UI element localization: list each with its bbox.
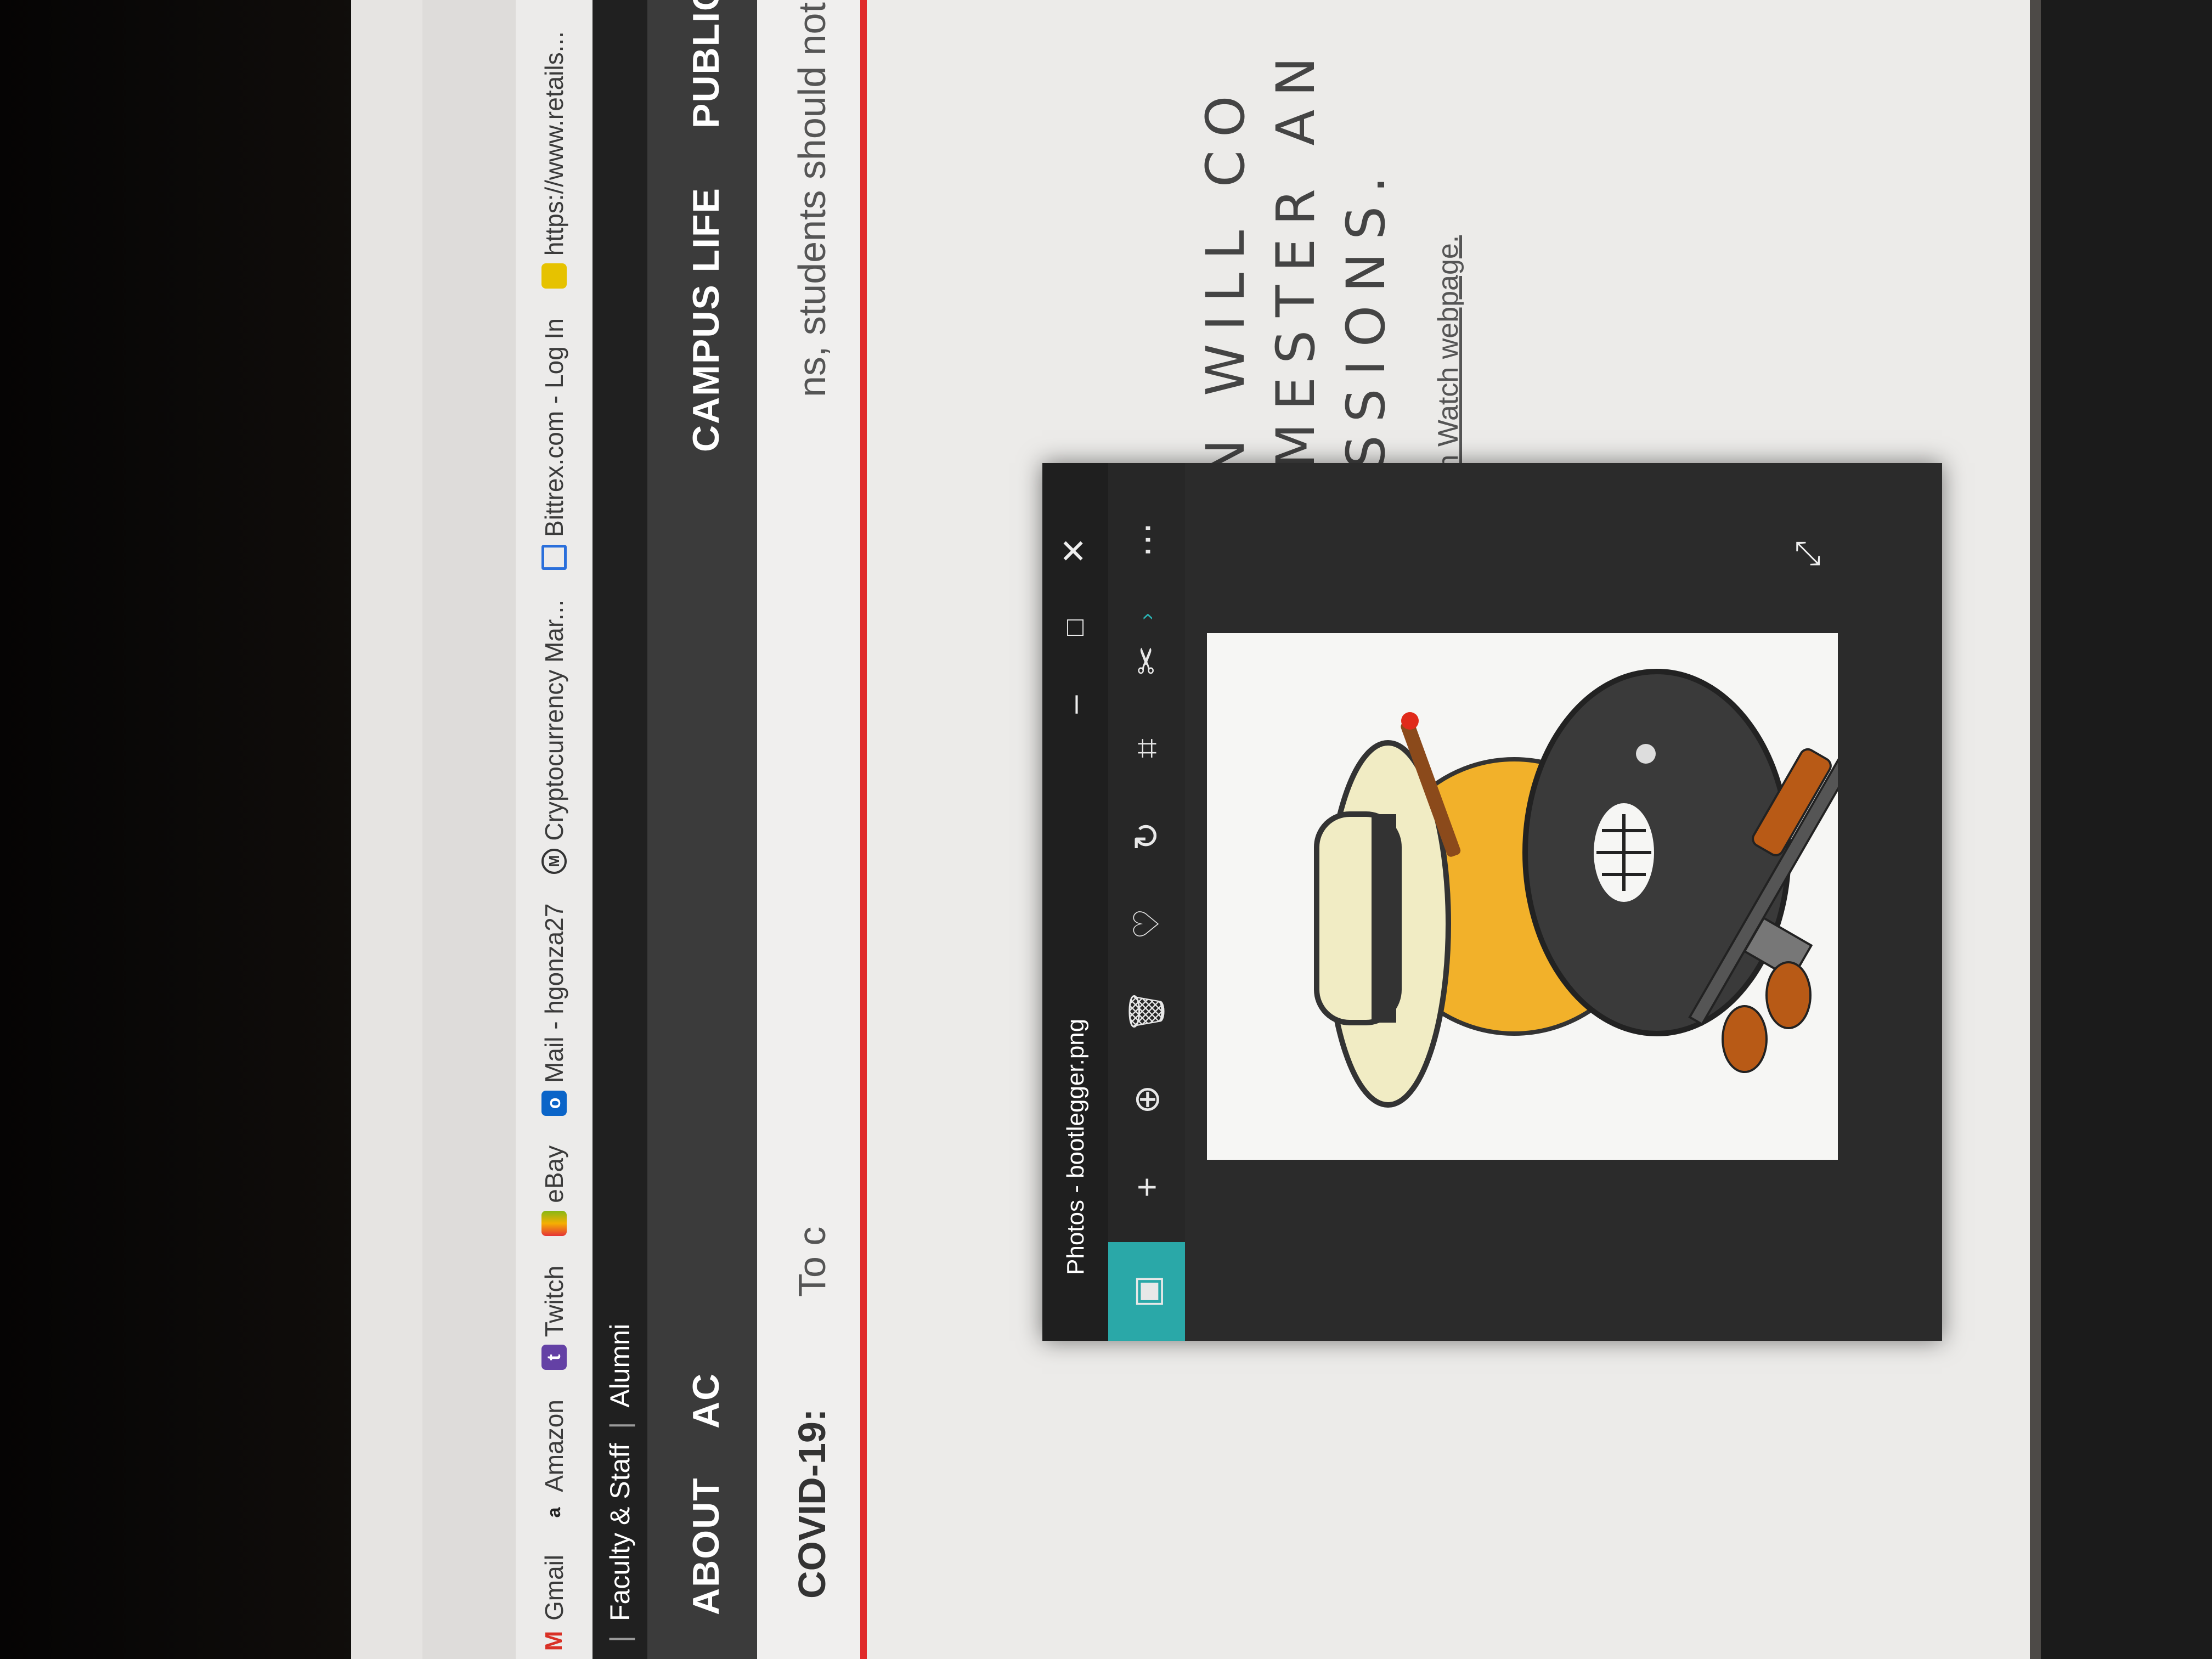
bookmark-label: Cryptocurrency Mar...: [540, 599, 568, 841]
maximize-icon[interactable]: □: [1052, 606, 1096, 650]
page-icon: [541, 263, 567, 289]
bookmark-twitch[interactable]: t Twitch: [539, 1266, 569, 1370]
ebay-icon: [541, 1210, 567, 1236]
covid-text-continued: ns, students should not c: [791, 0, 833, 397]
bookmark-label: Twitch: [540, 1265, 568, 1338]
faculty-staff-link[interactable]: Faculty & Staff: [604, 1443, 636, 1621]
monitor-bezel: [2041, 0, 2212, 1659]
alumni-link[interactable]: Alumni: [604, 1324, 636, 1408]
minimize-icon[interactable]: –: [1052, 682, 1096, 726]
coinmarketcap-icon: M: [541, 848, 567, 874]
twitch-icon: t: [541, 1345, 567, 1370]
bookmark-label: Gmail: [540, 1554, 568, 1621]
photos-titlebar: Photos - bootlegger.png – □ ✕: [1042, 463, 1108, 1341]
nav-about[interactable]: ABOUT: [685, 1477, 727, 1615]
edit-create-icon[interactable]: ✂: [1125, 639, 1169, 682]
add-icon[interactable]: +: [1125, 1165, 1169, 1209]
bittrex-icon: [541, 544, 567, 570]
bookmark-retail[interactable]: https://www.retails...: [539, 31, 569, 289]
delete-icon[interactable]: 🗑: [1125, 989, 1169, 1034]
monitor-screen: M Gmail a Amazon t Twitch eBay o Mail - …: [351, 0, 2030, 1659]
covid-text: To c: [791, 1226, 833, 1297]
photos-app-window[interactable]: Photos - bootlegger.png – □ ✕ ▣ + ⊕ 🗑 ♡ …: [1042, 463, 1942, 1341]
crop-icon[interactable]: ⌗: [1125, 726, 1169, 770]
photo-gallery-icon: ▣: [1127, 1274, 1166, 1308]
bookmark-ebay[interactable]: eBay: [539, 1146, 569, 1236]
bookmark-bittrex[interactable]: Bittrex.com - Log In: [539, 318, 569, 570]
bookmark-label: Bittrex.com - Log In: [540, 318, 568, 537]
more-options-icon[interactable]: ⋯: [1125, 518, 1169, 562]
full-screen-icon[interactable]: ⤢: [1788, 541, 1827, 567]
covid-label: COVID-19:: [791, 1408, 833, 1599]
chevron-down-icon[interactable]: ›: [1125, 595, 1169, 639]
bookmark-label: eBay: [540, 1145, 568, 1203]
favorite-icon[interactable]: ♡: [1125, 902, 1169, 946]
utility-bar: | Faculty & Staff | Alumni: [592, 0, 647, 1659]
zoom-in-icon[interactable]: ⊕: [1125, 1077, 1169, 1121]
bookmark-gmail[interactable]: M Gmail: [539, 1555, 569, 1654]
see-all-photos-button[interactable]: ▣: [1108, 1242, 1185, 1341]
divider: |: [605, 1421, 635, 1429]
browser-address-bar[interactable]: [422, 0, 516, 1659]
bookmark-label: Amazon: [540, 1400, 568, 1492]
photos-toolbar: ▣ + ⊕ 🗑 ♡ ↻ ⌗ ✂ › ⋯: [1108, 463, 1185, 1341]
window-title: Photos - bootlegger.png: [1062, 1018, 1089, 1275]
covid-banner: COVID-19: To c ns, students should not c: [757, 0, 867, 1659]
browser-window: M Gmail a Amazon t Twitch eBay o Mail - …: [351, 0, 2030, 1659]
photo-image: [1207, 633, 1858, 1160]
browser-titlebar: [351, 0, 422, 1659]
nav-academics[interactable]: AC: [685, 1373, 727, 1429]
nav-public[interactable]: PUBLIC: [685, 0, 727, 128]
bookmark-outlook-mail[interactable]: o Mail - hgonza27: [539, 904, 569, 1116]
bookmark-amazon[interactable]: a Amazon: [539, 1400, 569, 1525]
bookmark-label: Mail - hgonza27: [540, 903, 568, 1083]
close-icon[interactable]: ✕: [1052, 529, 1096, 573]
main-navigation: ABOUT AC CAMPUS LIFE PUBLIC: [647, 0, 757, 1659]
nav-campus-life[interactable]: CAMPUS LIFE: [685, 187, 727, 452]
rotate-icon[interactable]: ↻: [1125, 814, 1169, 858]
gmail-icon: M: [540, 1630, 567, 1651]
bookmark-label: https://www.retails...: [540, 31, 568, 256]
outlook-icon: o: [541, 1090, 567, 1116]
bookmark-coinmarketcap[interactable]: M Cryptocurrency Mar...: [539, 600, 569, 874]
bootlegger-image: [1207, 633, 1858, 1160]
bookmarks-bar: M Gmail a Amazon t Twitch eBay o Mail - …: [516, 0, 592, 1659]
amazon-icon: a: [544, 1507, 565, 1518]
divider: |: [605, 1635, 635, 1643]
